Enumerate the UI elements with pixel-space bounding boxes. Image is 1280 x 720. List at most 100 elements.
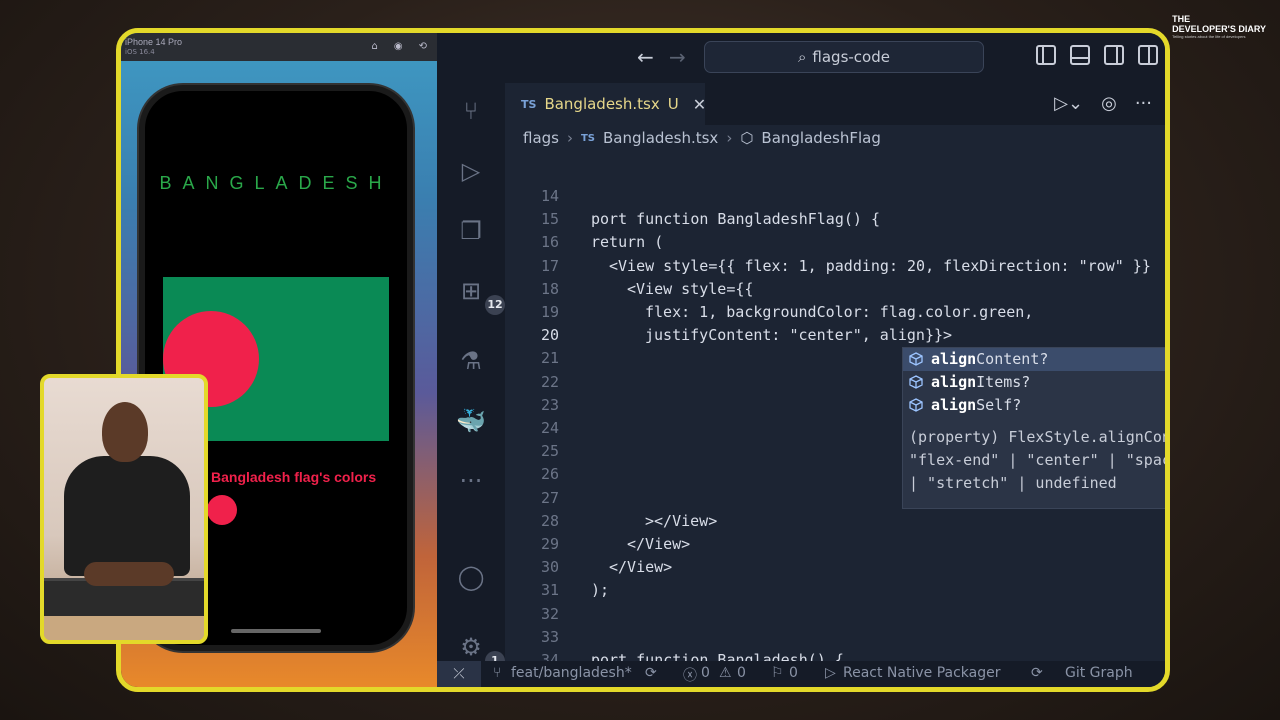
home-icon[interactable]: ⌂ (372, 41, 378, 52)
line-number: 19 (540, 303, 559, 321)
docker-icon[interactable]: 🐳 (455, 405, 487, 437)
desk (44, 616, 204, 640)
chevron-right-icon: › (726, 129, 733, 147)
code-line[interactable]: 18 <View style={{ (505, 278, 1165, 301)
rotate-icon[interactable]: ⟲ (419, 41, 427, 52)
source-control-icon[interactable]: ⑂ (455, 95, 487, 127)
line-number: 24 (540, 419, 559, 437)
status-bar: ⤫ ⑂ feat/bangladesh* ⟳ ⓧ 0 ⚠ 0 ⚐ 0 ▷ Rea… (437, 661, 1165, 687)
code-line[interactable]: 28 ></View> (505, 510, 1165, 533)
suggestion-item[interactable]: alignItems? (903, 371, 1165, 394)
remote-icon[interactable]: ⤫ (437, 661, 481, 687)
run-icon[interactable]: ▷⌄ (1054, 93, 1083, 114)
warnings-icon[interactable]: ⚠ (719, 665, 732, 681)
forward-arrow-icon[interactable]: → (669, 45, 686, 69)
presenter-body (64, 456, 190, 576)
more-actions-icon[interactable]: ··· (1135, 93, 1152, 114)
breadcrumb-file[interactable]: Bangladesh.tsx (603, 129, 718, 147)
logo-line2: DEVELOPER'S DIARY (1172, 24, 1266, 34)
errors-icon[interactable]: ⓧ (683, 665, 697, 685)
code-line[interactable]: 32 (505, 603, 1165, 626)
breadcrumb-folder[interactable]: flags (523, 129, 559, 147)
typescript-icon: TS (580, 132, 596, 144)
back-arrow-icon[interactable]: ← (637, 45, 654, 69)
code-line[interactable]: 33 (505, 626, 1165, 649)
line-text: </View> (609, 558, 673, 577)
tab-bangladesh-tsx[interactable]: TS Bangladesh.tsx U ✕ (505, 83, 706, 125)
editor-tabs: TS Bangladesh.tsx U ✕ ▷⌄ ◎ ··· (505, 83, 1165, 125)
code-line[interactable]: 31); (505, 579, 1165, 602)
logo-line1: THE (1172, 14, 1191, 24)
code-line[interactable]: 17 <View style={{ flex: 1, padding: 20, f… (505, 255, 1165, 278)
line-number: 14 (540, 187, 559, 205)
code-line[interactable]: 30 </View> (505, 556, 1165, 579)
line-number: 30 (540, 558, 559, 577)
inspect-icon[interactable]: ◎ (1101, 93, 1117, 114)
screen-frame: iPhone 14 Pro iOS 16.4 ⌂ ◉ ⟲ BANGLADESH … (116, 28, 1170, 692)
customize-layout-icon[interactable] (1138, 45, 1158, 65)
close-tab-icon[interactable]: ✕ (693, 95, 706, 114)
simulator-os-version: iOS 16.4 (125, 48, 155, 56)
settings-gear-icon[interactable]: ⚙ 1 (455, 631, 505, 671)
line-number: 25 (540, 442, 559, 461)
info-count: 0 (789, 665, 798, 681)
screenshot-icon[interactable]: ◉ (394, 41, 403, 52)
line-text: justifyContent: "center", align}}> (645, 326, 953, 345)
simulator-device-name: iPhone 14 Pro (125, 37, 183, 47)
testing-icon[interactable]: ⚗ (455, 345, 487, 377)
extensions-icon[interactable]: ⊞ 12 (455, 275, 505, 315)
search-icon: ⌕ (798, 48, 807, 66)
line-text: <View style={{ flex: 1, padding: 20, fle… (609, 256, 1151, 275)
line-text: port function BangladeshFlag() { (591, 210, 880, 229)
line-number: 26 (540, 465, 559, 484)
tab-filename: Bangladesh.tsx (544, 95, 660, 113)
untracked-badge: U (667, 95, 679, 113)
suggest-widget: alignSelf? alignItems? alignContent? (prop… (902, 347, 1165, 509)
suggestion-item[interactable]: alignSelf? (903, 394, 1165, 417)
home-indicator[interactable] (231, 629, 321, 633)
branch-icon: ⑂ (493, 665, 502, 681)
line-number: 17 (540, 256, 559, 275)
typescript-icon: TS (521, 97, 537, 111)
code-line[interactable]: 14 (505, 185, 1165, 208)
property-icon (909, 352, 923, 366)
line-text: ); (591, 581, 610, 600)
play-icon[interactable]: ▷ (825, 665, 836, 681)
errors-count: 0 (701, 665, 710, 681)
packager-label[interactable]: React Native Packager (843, 665, 1001, 681)
toggle-panel-icon[interactable] (1070, 45, 1090, 65)
line-number: 21 (540, 349, 559, 368)
sync-icon[interactable]: ⟳ (645, 665, 657, 681)
branch-name[interactable]: feat/bangladesh* (511, 665, 632, 681)
title-bar: ← → ⌕ flags-code (437, 33, 1165, 83)
presenter-head (102, 402, 148, 462)
toggle-primary-sidebar-icon[interactable] (1036, 45, 1056, 65)
toggle-secondary-sidebar-icon[interactable] (1104, 45, 1124, 65)
code-line[interactable]: 16 return ( (505, 231, 1165, 254)
breadcrumb-symbol[interactable]: BangladeshFlag (761, 129, 880, 147)
code-line[interactable]: 20 justifyContent: "center", align}}> (505, 324, 1165, 347)
code-line[interactable]: 15 port function BangladeshFlag() { (505, 208, 1165, 231)
line-text: ></View> (645, 511, 718, 530)
run-debug-icon[interactable]: ▷ (455, 155, 487, 187)
suggestion-item[interactable]: alignContent? (903, 348, 1165, 371)
country-title: BANGLADESH (159, 173, 393, 193)
simulator-titlebar: iPhone 14 Pro iOS 16.4 ⌂ ◉ ⟲ (121, 33, 437, 61)
line-number: 33 (540, 627, 559, 646)
suggestion-rest: Content? (976, 350, 1049, 368)
red-color-swatch (207, 495, 237, 525)
info-icon[interactable]: ⚐ (771, 665, 784, 681)
code-line[interactable]: 19 flex: 1, backgroundColor: flag.color.g… (505, 301, 1165, 324)
code-line[interactable]: 29 </View> (505, 533, 1165, 556)
suggestion-match: align (931, 396, 977, 414)
explorer-icon[interactable]: ❐ (455, 215, 487, 247)
git-graph-label[interactable]: Git Graph (1065, 665, 1133, 681)
breadcrumb: flags › TS Bangladesh.tsx › ⬡ Bangladesh… (523, 129, 881, 147)
command-center[interactable]: ⌕ flags-code (704, 41, 984, 73)
accounts-icon[interactable]: ◯ (455, 561, 487, 593)
refresh-icon[interactable]: ⟳ (1031, 665, 1043, 681)
property-icon (909, 375, 923, 389)
presenter-hands (84, 562, 174, 586)
line-number: 27 (540, 488, 559, 507)
more-icon[interactable]: ··· (455, 465, 487, 497)
